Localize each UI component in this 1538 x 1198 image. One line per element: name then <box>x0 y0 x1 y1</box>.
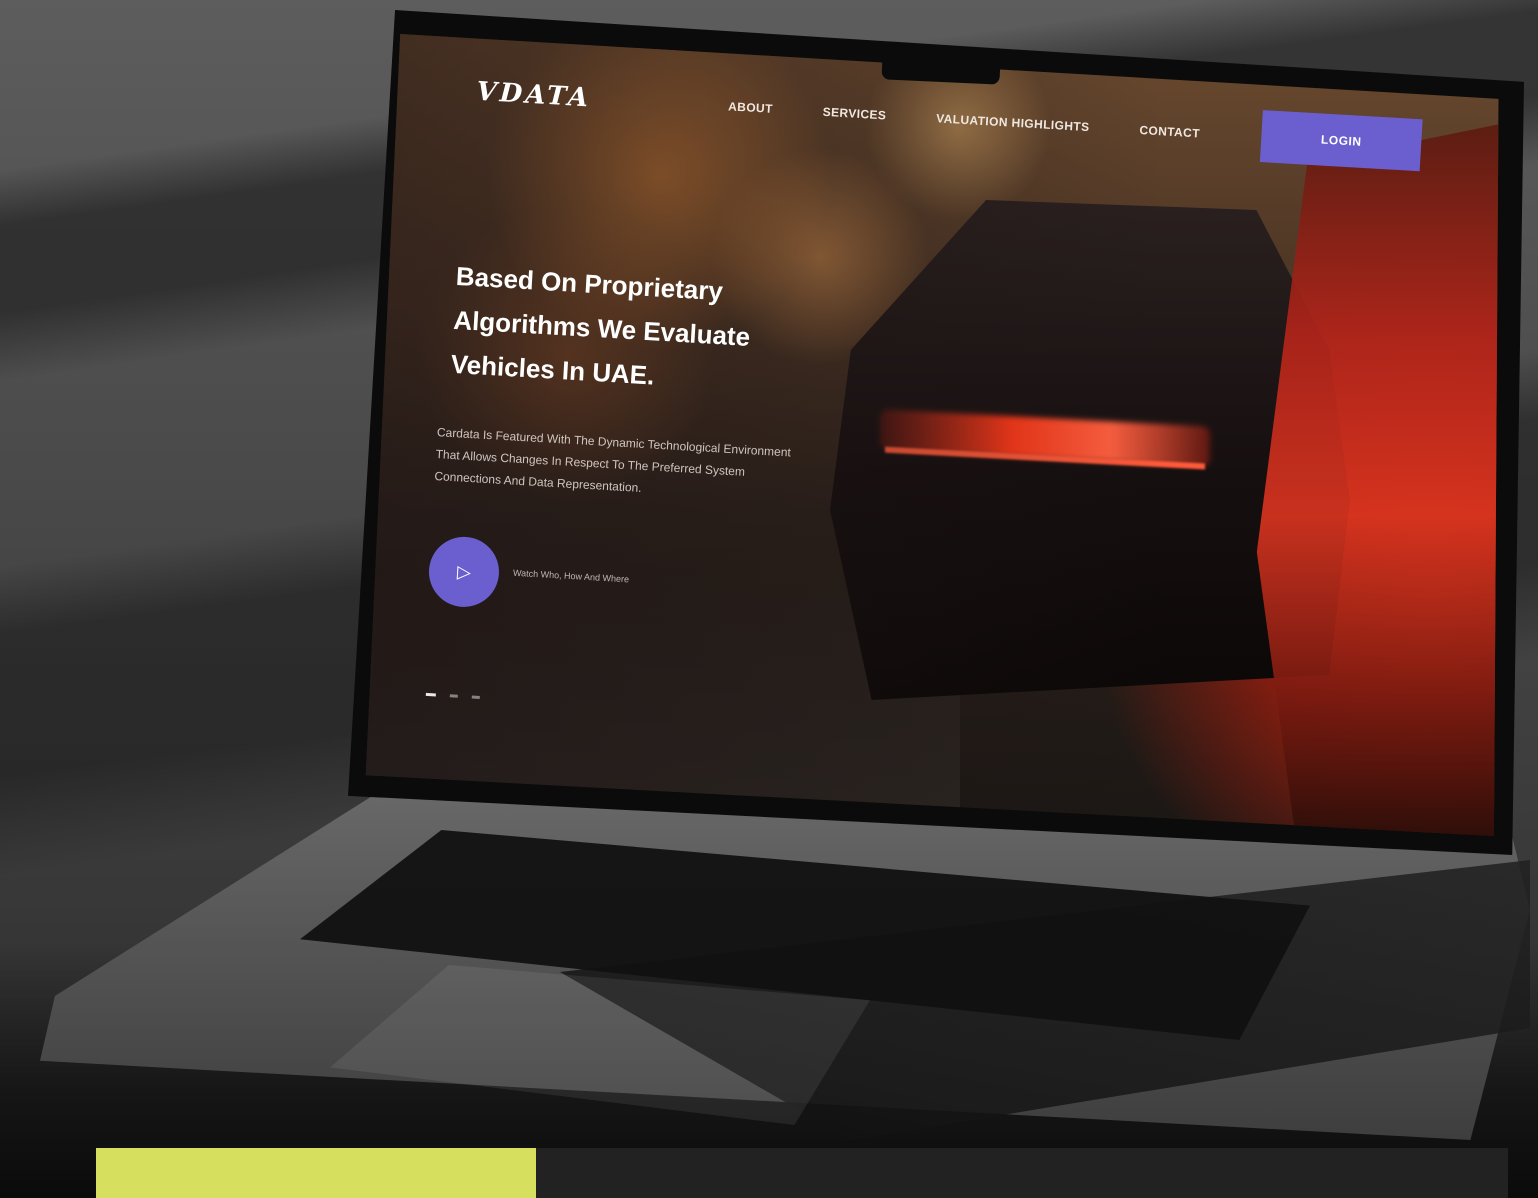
nav-services[interactable]: SERVICES <box>822 105 886 123</box>
website: VDATA ABOUT SERVICES VALUATION HIGHLIGHT… <box>366 34 1499 836</box>
play-icon: ▷ <box>456 561 472 582</box>
login-button[interactable]: LOGIN <box>1259 110 1423 172</box>
hero-headline: Based On Proprietary Algorithms We Evalu… <box>450 260 751 391</box>
nav-contact[interactable]: CONTACT <box>1139 123 1200 140</box>
slider-dot-3[interactable] <box>471 695 480 699</box>
nav-valuation-highlights[interactable]: VALUATION HIGHLIGHTS <box>936 111 1090 134</box>
dark-footer-bar <box>536 1148 1508 1198</box>
slider-dot-2[interactable] <box>449 694 458 698</box>
hero-description: Cardata Is Featured With The Dynamic Tec… <box>434 425 792 495</box>
lime-accent-block <box>96 1148 536 1198</box>
laptop-screen: VDATA ABOUT SERVICES VALUATION HIGHLIGHT… <box>365 34 1499 836</box>
camera-notch <box>881 53 1001 85</box>
nav-about[interactable]: ABOUT <box>728 99 773 116</box>
site-logo[interactable]: VDATA <box>476 77 592 114</box>
slider-dot-1[interactable] <box>425 692 436 697</box>
main-nav: ABOUT SERVICES VALUATION HIGHLIGHTS CONT… <box>728 99 1250 143</box>
play-video-button[interactable]: ▷ <box>427 534 501 609</box>
hero-slider-dots <box>425 692 480 699</box>
play-video-label: Watch Who, How And Where <box>512 567 630 585</box>
